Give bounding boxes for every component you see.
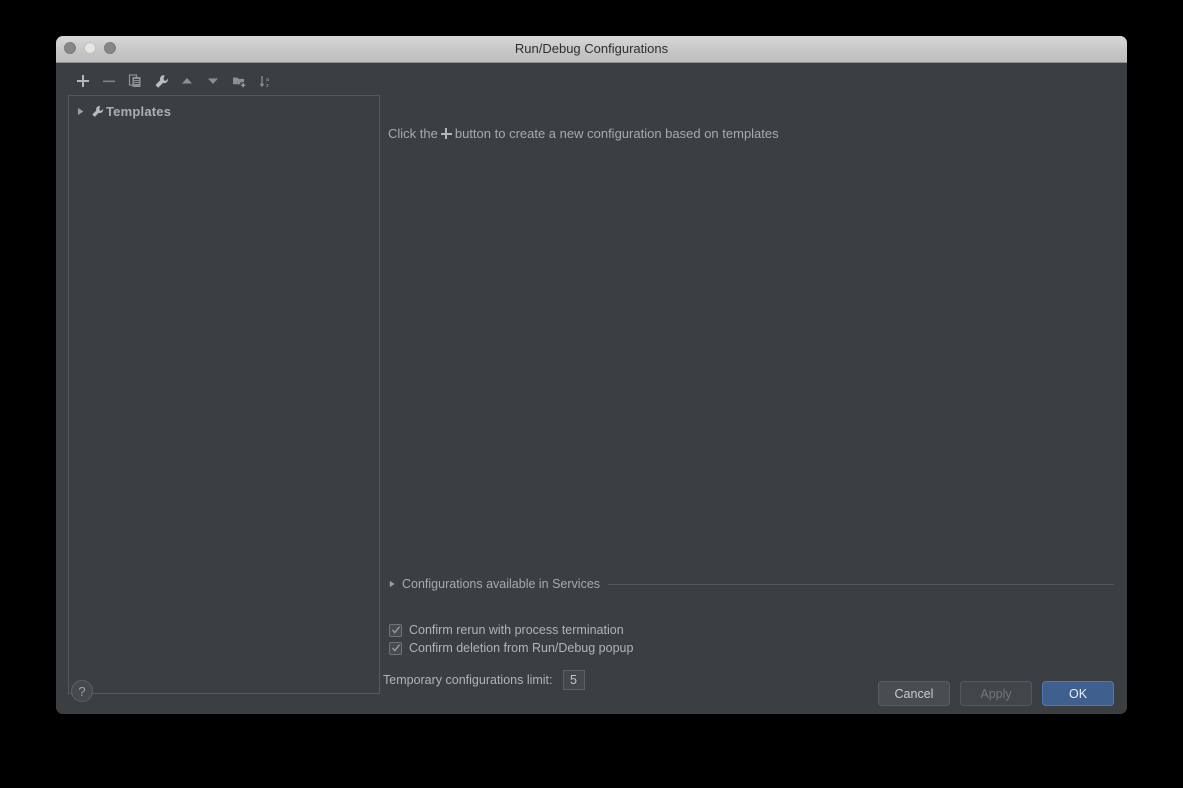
minus-icon [103, 80, 115, 83]
remove-configuration-button[interactable] [96, 69, 122, 93]
services-label: Configurations available in Services [402, 577, 601, 591]
temporary-limit-input[interactable]: 5 [562, 670, 585, 690]
wrench-icon [88, 105, 106, 118]
configurations-toolbar: a z [70, 68, 278, 94]
folder-add-icon [232, 77, 246, 88]
help-button[interactable]: ? [71, 680, 93, 702]
copy-configuration-button[interactable] [122, 69, 148, 93]
svg-text:z: z [266, 83, 269, 89]
confirm-deletion-checkbox[interactable] [389, 641, 402, 655]
add-configuration-button[interactable] [70, 69, 96, 93]
run-debug-configurations-dialog: Run/Debug Configurations a z Templates C… [56, 36, 1127, 714]
ok-button[interactable]: OK [1042, 681, 1114, 706]
move-up-button[interactable] [174, 69, 200, 93]
copy-icon [128, 73, 140, 87]
tree-item-templates[interactable]: Templates [69, 101, 379, 121]
configuration-detail-pane: Click the button to create a new configur… [383, 95, 1114, 700]
confirm-rerun-checkbox-row[interactable]: Confirm rerun with process termination [389, 623, 624, 637]
window-title: Run/Debug Configurations [514, 41, 669, 56]
temporary-limit-row: Temporary configurations limit: 5 [383, 670, 585, 690]
empty-state-hint: Click the button to create a new configur… [388, 126, 779, 141]
check-icon [391, 644, 400, 652]
dialog-body: a z Templates Click the button to create… [56, 63, 1127, 714]
temporary-limit-label: Temporary configurations limit: [383, 673, 553, 687]
confirm-rerun-label: Confirm rerun with process termination [409, 623, 624, 637]
section-divider [608, 583, 1114, 585]
plus-icon [440, 128, 452, 139]
confirm-deletion-checkbox-row[interactable]: Confirm deletion from Run/Debug popup [389, 641, 633, 655]
hint-suffix: button to create a new configuration bas… [454, 126, 779, 141]
wrench-icon [155, 74, 168, 88]
new-folder-button[interactable] [226, 69, 252, 93]
confirm-rerun-checkbox[interactable] [389, 623, 402, 637]
window-titlebar: Run/Debug Configurations [56, 36, 1127, 63]
cancel-button[interactable]: Cancel [878, 681, 950, 706]
configurations-tree-panel[interactable]: Templates [68, 95, 380, 694]
sort-configurations-button[interactable]: a z [252, 69, 278, 93]
dialog-button-bar: Cancel Apply OK [878, 681, 1114, 706]
apply-button[interactable]: Apply [960, 681, 1032, 706]
plus-icon [77, 75, 89, 87]
confirm-deletion-label: Confirm deletion from Run/Debug popup [409, 641, 634, 655]
desktop-background: Run/Debug Configurations a z Templates C… [0, 0, 1183, 788]
arrow-down-icon [208, 78, 218, 84]
triangle-right-icon[interactable] [72, 107, 88, 116]
edit-templates-button[interactable] [148, 69, 174, 93]
hint-prefix: Click the [388, 126, 438, 141]
triangle-right-icon[interactable] [388, 580, 402, 588]
check-icon [391, 626, 400, 634]
move-down-button[interactable] [200, 69, 226, 93]
tree-item-label: Templates [106, 103, 172, 119]
arrow-up-icon [182, 78, 192, 84]
sort-alpha-icon: a z [259, 75, 270, 89]
services-collapsible-header[interactable]: Configurations available in Services [388, 575, 1114, 593]
